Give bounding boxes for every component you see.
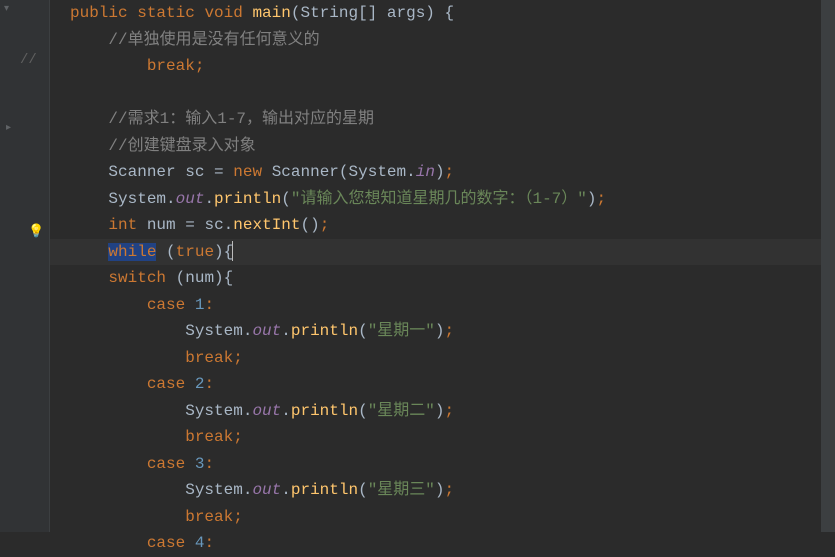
code-line: case 1: (50, 292, 821, 319)
code-line: //需求1：输入1-7，输出对应的星期 (50, 106, 821, 133)
code-line: break; (50, 424, 821, 451)
code-line: break; (50, 345, 821, 372)
code-line: case 2: (50, 371, 821, 398)
code-line: public static void main(String[] args) { (50, 0, 821, 27)
code-line: System.out.println("星期三"); (50, 477, 821, 504)
code-line: //创建键盘录入对象 (50, 133, 821, 160)
code-line: break; (50, 53, 821, 80)
code-line: int num = sc.nextInt(); (50, 212, 821, 239)
code-line (50, 80, 821, 107)
editor-scrollbar[interactable] (821, 0, 835, 532)
code-line: case 3: (50, 451, 821, 478)
code-line-current: while (true){ (50, 239, 821, 266)
code-line: //单独使用是没有任何意义的 (50, 27, 821, 54)
gutter-tick: // (20, 52, 37, 68)
code-line: Scanner sc = new Scanner(System.in); (50, 159, 821, 186)
code-line: System.out.println("请输入您想知道星期几的数字：（1-7）"… (50, 186, 821, 213)
code-editor[interactable]: public static void main(String[] args) {… (50, 0, 821, 532)
code-line: break; (50, 504, 821, 531)
code-line: System.out.println("星期二"); (50, 398, 821, 425)
code-line: case 4: (50, 530, 821, 557)
fold-icon[interactable]: ▾ (4, 3, 9, 15)
code-line: switch (num){ (50, 265, 821, 292)
text-cursor (232, 241, 233, 261)
code-line: System.out.println("星期一"); (50, 318, 821, 345)
fold-mid-icon[interactable]: ▸ (6, 122, 11, 134)
intention-bulb-icon[interactable]: 💡 (28, 224, 44, 239)
editor-gutter: ▾ // ▸ 💡 (0, 0, 50, 532)
